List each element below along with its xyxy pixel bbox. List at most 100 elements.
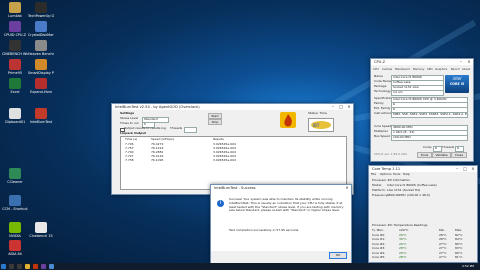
tab-memory[interactable]: Memory — [413, 67, 424, 71]
platform-value: LGA 1151 (Socket H4) — [387, 188, 421, 192]
cpuz-field-label: Family — [374, 101, 384, 105]
search-icon[interactable] — [9, 264, 14, 269]
intelburntest-taskbar-icon[interactable] — [33, 264, 38, 269]
coretemp-taskbar-icon[interactable] — [49, 264, 54, 269]
desktop-icon[interactable]: NVIDIA — [2, 222, 28, 238]
frequency-label: Frequency: — [372, 193, 389, 197]
desktop-icon[interactable]: Expand-Hom — [28, 78, 54, 94]
ibt-logo — [280, 112, 296, 128]
window-title: Core Temp 1.11 — [372, 167, 401, 171]
tab-bench[interactable]: Bench — [451, 67, 460, 71]
desktop-icon[interactable]: Heaven Benchmark — [28, 40, 54, 56]
temp-value: 28°C — [399, 246, 407, 250]
validate-button[interactable]: Validate — [432, 152, 451, 158]
minimize-button[interactable]: – — [329, 104, 337, 110]
desktop-icon[interactable]: CCleaner — [2, 168, 28, 184]
app-icon — [35, 222, 47, 233]
desktop-icon[interactable]: AIDA 64 — [2, 240, 28, 256]
app-icon — [9, 59, 21, 70]
app-icon — [9, 195, 21, 206]
desktop-icon[interactable]: Lumilab — [2, 2, 28, 18]
maximize-button[interactable]: □ — [337, 104, 345, 110]
app-icon — [9, 168, 21, 179]
app-icon — [9, 222, 21, 233]
desktop-icon[interactable]: CCM - Shortcut — [2, 195, 28, 211]
desktop-icon[interactable]: TechPowerUp GPU-Z — [28, 2, 54, 18]
temp-value: 84°C — [455, 237, 463, 241]
processor-heading: Processor #0 Information — [372, 178, 411, 182]
threads-select[interactable] — [184, 127, 197, 133]
model-value: Intel Core i5 8600K (Coffee Lake) — [387, 183, 437, 187]
temp-value: Min. — [439, 228, 446, 232]
temp-value: 28°C — [399, 255, 407, 259]
menu-options[interactable]: Options — [380, 172, 392, 177]
frequency-value: 4800.00MHz (100.00 x 48.0) — [387, 193, 430, 197]
ibt-titlebar[interactable]: IntelBurnTest v2.54 - by AgentGOD (Overc… — [112, 104, 353, 110]
menu-tools[interactable]: Tools — [393, 172, 400, 177]
cpuz-field-value: MMX, SSE, SSE2, SSE3, SSSE3, SSE4.1, SSE… — [391, 112, 468, 118]
cpuz-titlebar[interactable]: CPU-Z – × — [371, 59, 473, 65]
tab-caches[interactable]: Caches — [382, 67, 392, 71]
flame-icon — [284, 114, 292, 127]
desktop-icon[interactable]: Prime95 — [2, 59, 28, 75]
ibt-brand: IBT — [308, 118, 334, 132]
app-icon — [9, 78, 21, 89]
desktop-icon[interactable]: SmartDisplay Pro — [28, 59, 54, 75]
settings-heading: Settings — [120, 111, 135, 115]
explorer-icon[interactable] — [25, 264, 30, 269]
intel-logo: intel CORE i5 — [445, 75, 469, 93]
tools-button[interactable]: Tools — [417, 152, 432, 158]
app-icon — [35, 21, 47, 32]
tab-graphics[interactable]: Graphics — [435, 67, 447, 71]
menu-help[interactable]: Help — [403, 172, 410, 177]
desktop-icon[interactable]: Clipboard01 — [2, 108, 28, 124]
cpuz-version: CPU-Z ver. 1.82.0.x64 — [374, 152, 407, 156]
app-icon — [35, 40, 47, 51]
clock[interactable]: 4:52 PM — [462, 264, 474, 269]
app-icon — [35, 78, 47, 89]
temp-label: Core #1: — [372, 237, 386, 241]
cpuz-taskbar-icon[interactable] — [41, 264, 46, 269]
close-button[interactable]: × — [343, 185, 351, 191]
app-icon — [35, 2, 47, 13]
tab-about[interactable]: About — [462, 67, 470, 71]
cpuz-tabs: CPU Caches Mainboard Memory SPD Graphics… — [373, 67, 471, 71]
close-button[interactable]: Close — [451, 152, 467, 158]
desktop-icon[interactable]: CrystalDiskMark — [28, 21, 54, 37]
status-label: Status: Time — [308, 111, 327, 115]
platform-label: Platform: — [372, 188, 386, 192]
start-button[interactable] — [1, 264, 6, 269]
menu-file[interactable]: File — [371, 172, 376, 177]
minimize-button[interactable]: – — [453, 166, 461, 172]
window-title: IntelBurnTest v2.54 - by AgentGOD (Overc… — [115, 105, 200, 109]
close-button[interactable]: × — [345, 104, 353, 110]
stop-button[interactable]: Stop — [208, 119, 222, 125]
tab-cpu[interactable]: CPU — [373, 67, 379, 71]
minimize-button[interactable]: – — [457, 59, 465, 65]
tab-mainboard[interactable]: Mainboard — [395, 67, 410, 71]
temp-value: 27°C — [439, 255, 447, 259]
temp-value: 81°C — [455, 255, 463, 259]
intel-core-label: CORE i5 — [449, 82, 465, 86]
app-icon — [35, 59, 47, 70]
success-dialog: IntelBurnTest - Success × i Success! You… — [210, 184, 352, 264]
window-title: CPU-Z — [374, 60, 386, 64]
desktop-icon[interactable]: CINEBENCH Windows 64 — [2, 40, 28, 56]
task-view-icon[interactable] — [17, 264, 22, 269]
desktop-icon[interactable]: CPUID CPU-Z — [2, 21, 28, 37]
maximize-button[interactable]: □ — [461, 166, 469, 172]
ok-button[interactable]: OK — [329, 252, 347, 259]
close-button[interactable]: × — [465, 59, 473, 65]
close-button[interactable]: × — [469, 166, 477, 172]
coretemp-window: Core Temp 1.11 – □ × File Options Tools … — [368, 165, 478, 263]
col-speed-header: Speed (GFlops) — [151, 137, 174, 141]
times-label: Times to run — [120, 121, 139, 125]
dialog-titlebar[interactable]: IntelBurnTest - Success × — [211, 185, 351, 191]
desktop-icon[interactable]: IntelBurnTest — [28, 108, 54, 124]
cpuz-field-value: 14 nm — [391, 90, 444, 96]
desktop-icon[interactable]: Cinebench 15 — [28, 222, 54, 238]
temp-label: Tj. Max: — [372, 228, 384, 232]
tab-spd[interactable]: SPD — [427, 67, 433, 71]
cpuz-field-label: Technology — [374, 89, 391, 93]
desktop-icon[interactable]: Excel — [2, 78, 28, 94]
